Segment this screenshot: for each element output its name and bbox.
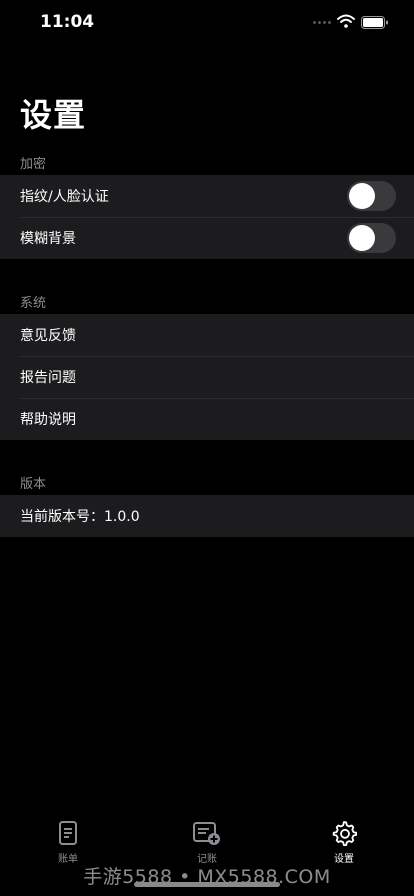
row-label: 帮助说明	[20, 412, 76, 428]
row-label: 指纹/人脸认证	[20, 189, 109, 205]
system-group: 意见反馈 报告问题 帮助说明	[0, 314, 414, 440]
blur-background-row: 模糊背景	[0, 217, 414, 259]
blur-background-toggle[interactable]	[347, 223, 396, 253]
toggle-knob	[349, 225, 375, 251]
cellular-signal-icon	[313, 21, 331, 24]
section-header-system: 系统	[20, 296, 47, 311]
home-indicator	[134, 882, 280, 887]
tab-record[interactable]: 记账	[157, 820, 257, 865]
status-time: 11:04	[40, 12, 95, 32]
report-issue-row[interactable]: 报告问题	[0, 356, 414, 398]
help-row[interactable]: 帮助说明	[0, 398, 414, 440]
biometric-auth-row: 指纹/人脸认证	[0, 175, 414, 217]
row-label: 意见反馈	[20, 328, 76, 344]
status-bar: 11:04	[0, 0, 414, 46]
page-title: 设置	[20, 96, 87, 134]
tab-bills[interactable]: 账单	[18, 820, 118, 865]
encryption-group: 指纹/人脸认证 模糊背景	[0, 175, 414, 259]
gear-icon	[332, 821, 357, 846]
add-entry-icon	[193, 822, 220, 845]
wifi-icon	[337, 14, 355, 28]
toggle-knob	[349, 183, 375, 209]
version-row: 当前版本号：1.0.0	[0, 495, 414, 537]
feedback-row[interactable]: 意见反馈	[0, 314, 414, 356]
section-header-encryption: 加密	[20, 157, 47, 172]
row-label: 报告问题	[20, 370, 76, 386]
version-label: 当前版本号：1.0.0	[20, 509, 140, 525]
document-icon	[59, 821, 77, 845]
section-header-version: 版本	[20, 477, 47, 492]
battery-icon	[361, 16, 388, 29]
tab-settings[interactable]: 设置	[294, 820, 394, 865]
row-label: 模糊背景	[20, 231, 76, 247]
biometric-auth-toggle[interactable]	[347, 181, 396, 211]
version-group: 当前版本号：1.0.0	[0, 495, 414, 537]
